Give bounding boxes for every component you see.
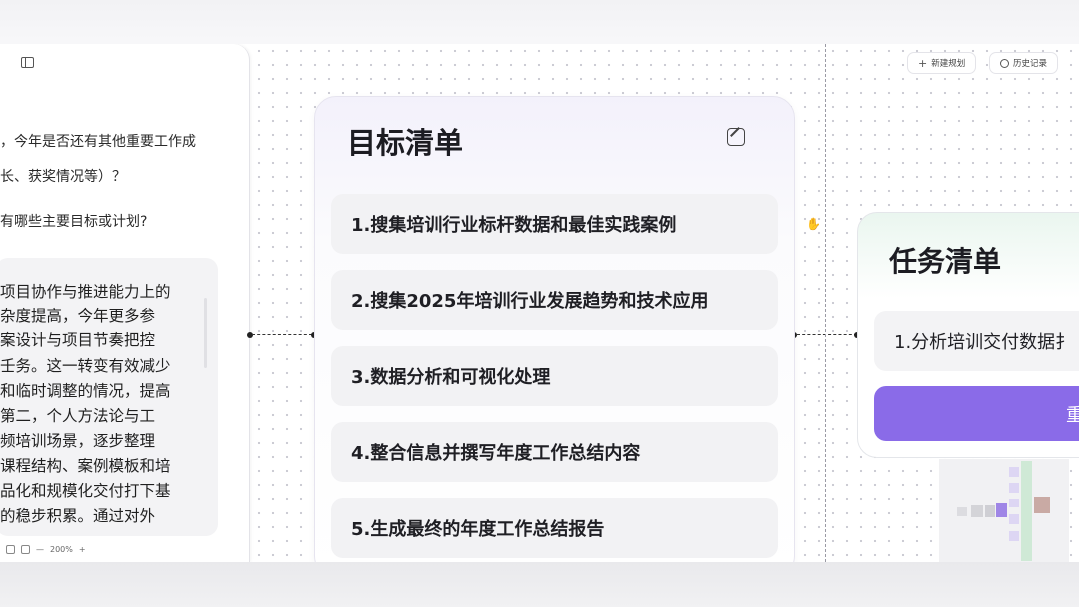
bottom-area bbox=[0, 562, 1079, 607]
answer-line: 项目协作与推进能力上的 bbox=[0, 283, 171, 301]
plus-icon: + bbox=[918, 56, 928, 70]
task-item[interactable]: 1.分析培训交付数据扌 bbox=[874, 311, 1079, 371]
minimap-node bbox=[1009, 499, 1019, 507]
goal-item[interactable]: 3.数据分析和可视化处理 bbox=[331, 346, 778, 406]
minimap[interactable] bbox=[939, 459, 1069, 562]
question-line: 长、获奖情况等）？ bbox=[0, 169, 126, 185]
minimap-node bbox=[1034, 497, 1050, 513]
zoom-out-icon[interactable]: — bbox=[36, 545, 44, 554]
task-list-card[interactable]: 任务清单 1.分析培训交付数据扌 重 bbox=[857, 212, 1079, 458]
minimap-node bbox=[1009, 483, 1019, 493]
split-divider bbox=[825, 44, 826, 562]
task-list-title: 任务清单 bbox=[889, 245, 1002, 278]
canvas[interactable]: ，今年是否还有其他重要工作成 长、获奖情况等）？ 有哪些主要目标或计划? 项目协… bbox=[0, 44, 1079, 562]
goal-item[interactable]: 4.整合信息并撰写年度工作总结内容 bbox=[331, 422, 778, 482]
answer-line: 品化和规模化交付打下基 bbox=[0, 482, 171, 500]
lock-icon[interactable] bbox=[21, 544, 30, 554]
fit-view-icon[interactable] bbox=[6, 544, 15, 554]
answer-line: 壬务。这一转变有效减少 bbox=[0, 357, 171, 375]
minimap-node bbox=[996, 503, 1007, 517]
answer-line: 课程结构、案例模板和培 bbox=[0, 457, 171, 475]
answer-line: 和临时调整的情况，提高 bbox=[0, 382, 171, 400]
history-button[interactable]: 历史记录 bbox=[989, 52, 1059, 74]
connector-dot bbox=[247, 332, 253, 338]
minimap-node bbox=[1021, 461, 1032, 561]
zoom-level: 200% bbox=[50, 544, 73, 554]
minimap-node bbox=[957, 507, 967, 516]
sidebar-toggle-icon[interactable] bbox=[21, 57, 34, 68]
minimap-node bbox=[971, 505, 983, 517]
minimap-node bbox=[1009, 467, 1019, 477]
hand-cursor-icon: ✋ bbox=[806, 217, 821, 231]
answer-message: 项目协作与推进能力上的 杂度提高，今年更多参 案设计与项目节奏把控 壬务。这一转… bbox=[0, 258, 218, 536]
question-line: 有哪些主要目标或计划? bbox=[0, 214, 148, 230]
task-action-button[interactable]: 重 bbox=[874, 386, 1079, 441]
goal-item[interactable]: 1.搜集培训行业标杆数据和最佳实践案例 bbox=[331, 194, 778, 254]
answer-line: 频培训场景，逐步整理 bbox=[0, 432, 156, 450]
zoom-in-icon[interactable]: + bbox=[79, 545, 86, 554]
connector-line bbox=[797, 334, 857, 335]
goal-item[interactable]: 2.搜集2025年培训行业发展趋势和技术应用 bbox=[331, 270, 778, 330]
minimap-node bbox=[1009, 514, 1019, 524]
new-plan-button[interactable]: + 新建规划 bbox=[907, 52, 977, 74]
chat-panel: ，今年是否还有其他重要工作成 长、获奖情况等）？ 有哪些主要目标或计划? 项目协… bbox=[0, 44, 250, 562]
clock-icon bbox=[1000, 58, 1009, 68]
question-line: ，今年是否还有其他重要工作成 bbox=[0, 134, 196, 150]
connector-line bbox=[252, 334, 312, 335]
scrollbar[interactable] bbox=[204, 298, 207, 368]
history-label: 历史记录 bbox=[1013, 59, 1048, 69]
answer-line: 第二，个人方法论与工 bbox=[0, 407, 156, 425]
answer-line: 案设计与项目节奏把控 bbox=[0, 331, 156, 349]
zoom-controls: — 200% + bbox=[6, 541, 86, 557]
goal-list-card[interactable]: 目标清单 1.搜集培训行业标杆数据和最佳实践案例 2.搜集2025年培训行业发展… bbox=[314, 96, 795, 562]
answer-line: 杂度提高，今年更多参 bbox=[0, 307, 156, 325]
goal-list-title: 目标清单 bbox=[347, 126, 464, 160]
goal-item[interactable]: 5.生成最终的年度工作总结报告 bbox=[331, 498, 778, 558]
minimap-node bbox=[985, 505, 995, 517]
edit-icon[interactable] bbox=[727, 128, 745, 146]
minimap-node bbox=[1009, 531, 1019, 541]
answer-line: 的稳步积累。通过对外 bbox=[0, 507, 156, 525]
new-plan-label: 新建规划 bbox=[931, 59, 966, 69]
